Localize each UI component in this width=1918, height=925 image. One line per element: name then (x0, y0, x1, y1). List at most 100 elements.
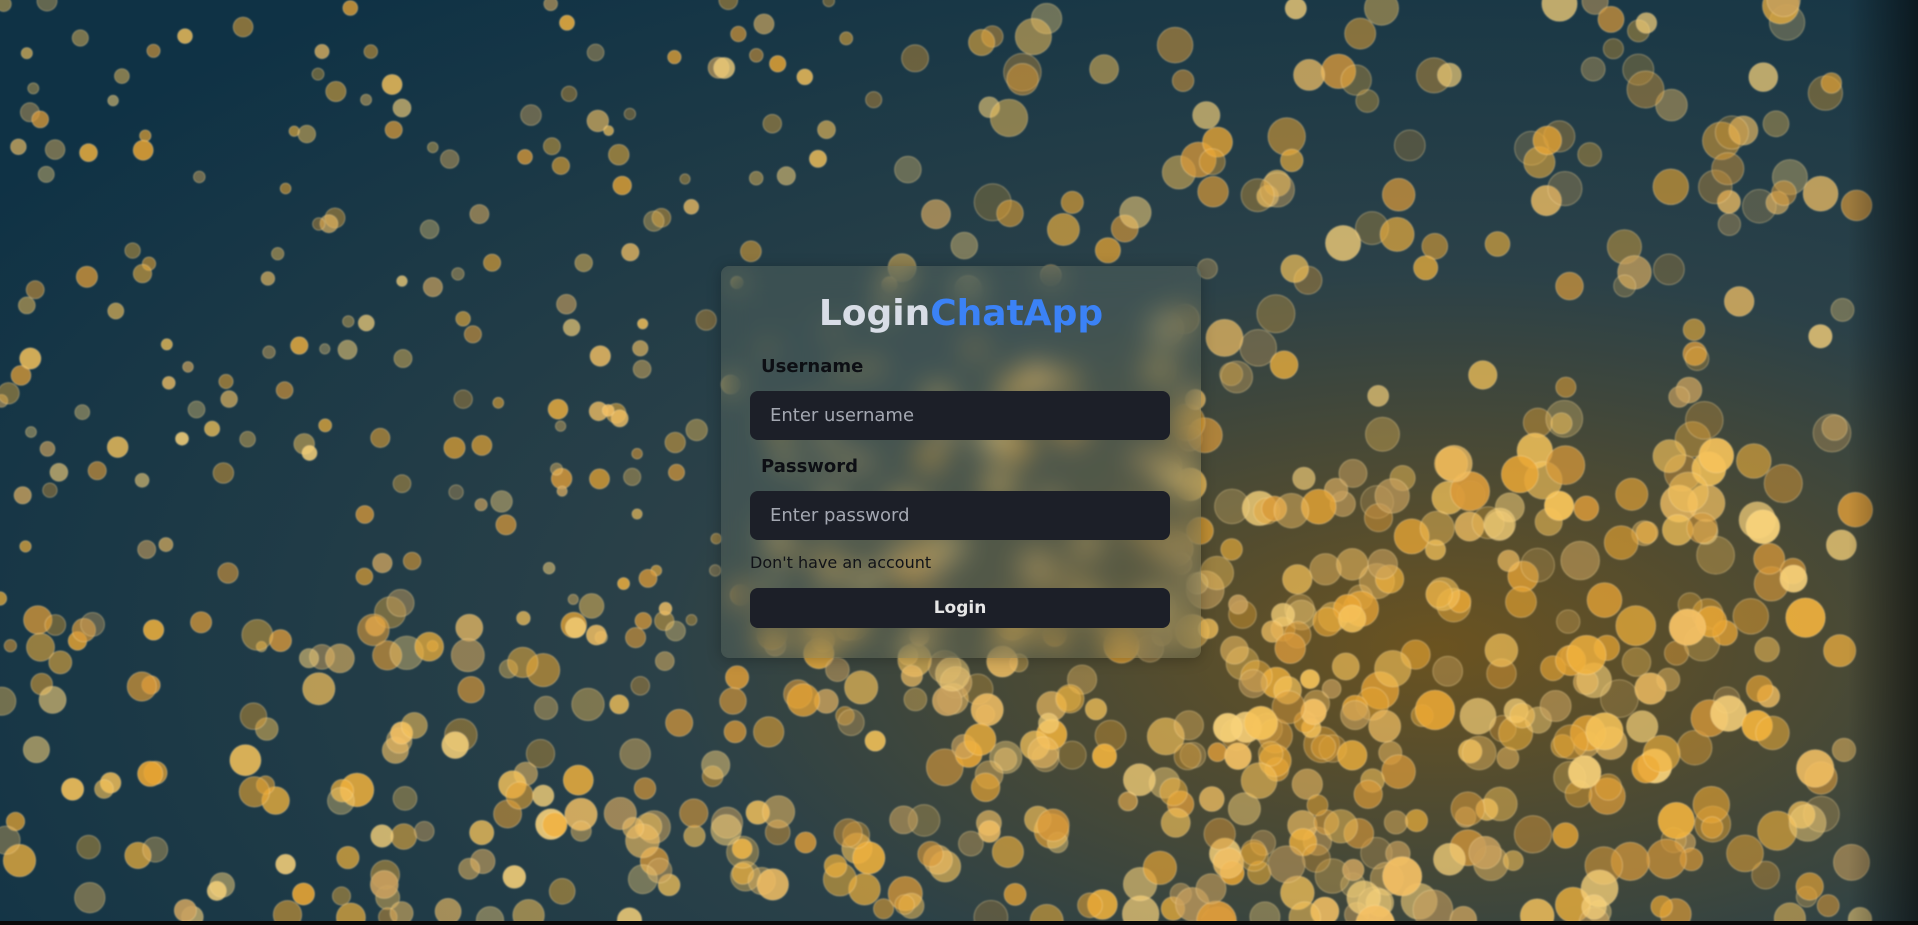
bokeh-light (1808, 324, 1833, 349)
bokeh-light (1003, 882, 1027, 906)
right-edge-shade (1848, 0, 1918, 925)
bokeh-light (453, 389, 473, 409)
bokeh-light (137, 540, 157, 559)
bokeh-light (507, 646, 539, 679)
bokeh-light (490, 490, 513, 513)
bokeh-light (1682, 318, 1706, 342)
bokeh-light (469, 820, 495, 846)
bokeh-light (1228, 594, 1249, 615)
bokeh-light (664, 431, 686, 454)
bokeh-light (991, 835, 1025, 869)
bokeh-light (337, 339, 358, 360)
bokeh-light (1745, 509, 1781, 545)
bokeh-light (637, 318, 649, 330)
bokeh-light (262, 345, 276, 359)
bokeh-light (603, 125, 615, 137)
bokeh-light (39, 441, 56, 457)
bokeh-light (823, 854, 848, 878)
bokeh-light (1338, 458, 1368, 488)
bokeh-light (556, 485, 568, 497)
login-button[interactable]: Login (750, 588, 1170, 628)
bokeh-light (114, 68, 130, 84)
bokeh-light (217, 562, 239, 584)
bokeh-light (1379, 216, 1415, 252)
bokeh-light (414, 631, 445, 662)
bokeh-light (396, 275, 408, 287)
bokeh-light (1142, 850, 1178, 885)
bokeh-light (190, 611, 213, 634)
bokeh-light (49, 462, 69, 482)
bokeh-light (1736, 443, 1772, 479)
bokeh-light (1484, 633, 1519, 668)
bokeh-light (665, 620, 686, 642)
bokeh-light (559, 14, 575, 31)
bokeh-light (1323, 809, 1359, 844)
bokeh-light (1435, 444, 1473, 483)
bokeh-light (1555, 271, 1584, 301)
bokeh-light (609, 694, 630, 715)
bokeh-light (1240, 839, 1267, 866)
bokeh-light (1497, 549, 1520, 572)
password-input[interactable] (750, 491, 1170, 540)
bokeh-light (970, 772, 1001, 803)
bokeh-light (302, 672, 336, 706)
bokeh-light (753, 13, 775, 35)
bokeh-light (1243, 705, 1279, 741)
bokeh-light (175, 431, 189, 446)
bokeh-light (1195, 873, 1227, 905)
bokeh-light (1482, 786, 1518, 822)
bokeh-light (1060, 190, 1084, 214)
bokeh-light (74, 882, 106, 914)
bokeh-light (996, 199, 1024, 228)
bokeh-light (1173, 742, 1202, 771)
bokeh-light (61, 777, 85, 801)
bokeh-light (654, 651, 675, 671)
bokeh-light (1432, 655, 1464, 687)
bokeh-light (1119, 196, 1152, 229)
bokeh-light (239, 430, 256, 448)
bokeh-light (719, 687, 747, 715)
bokeh-light (331, 886, 352, 906)
bokeh-light (667, 463, 686, 481)
bokeh-light (633, 777, 657, 800)
bokeh-light (1484, 231, 1511, 257)
bottom-edge (0, 921, 1918, 925)
bokeh-light (1240, 762, 1278, 799)
bokeh-light (1513, 815, 1553, 854)
bokeh-light (22, 736, 51, 764)
bokeh-light (1450, 791, 1486, 827)
bokeh-light (1668, 386, 1691, 408)
bokeh-light (182, 361, 194, 373)
bokeh-light (75, 265, 99, 288)
bokeh-light (889, 805, 918, 835)
bokeh-light (177, 28, 193, 44)
bokeh-light (1580, 56, 1606, 82)
bokeh-light (634, 612, 653, 630)
bokeh-light (1257, 740, 1284, 767)
bokeh-light (1220, 635, 1249, 665)
bokeh-light (1342, 858, 1365, 882)
bokeh-light (1238, 669, 1268, 699)
bokeh-light (25, 426, 37, 438)
bokeh-light (1754, 636, 1780, 663)
bokeh-light (1344, 17, 1377, 50)
bokeh-light (241, 619, 274, 651)
bokeh-light (1353, 779, 1383, 809)
bokeh-light (1038, 712, 1059, 734)
username-input[interactable] (750, 391, 1170, 440)
bokeh-light (1459, 697, 1497, 735)
bokeh-light (786, 683, 821, 717)
bokeh-light (1717, 212, 1742, 237)
bokeh-light (1821, 414, 1848, 441)
bokeh-light (1374, 650, 1412, 688)
bokeh-light (290, 336, 309, 355)
signup-link[interactable]: Don't have an account (750, 553, 931, 572)
bokeh-light (1732, 598, 1770, 635)
bokeh-light (517, 149, 533, 165)
bokeh-light (1419, 510, 1455, 546)
bokeh-light (625, 627, 647, 649)
bokeh-light (87, 461, 107, 481)
bokeh-light (3, 639, 18, 653)
bokeh-light (532, 784, 555, 807)
bokeh-light (1091, 743, 1118, 769)
